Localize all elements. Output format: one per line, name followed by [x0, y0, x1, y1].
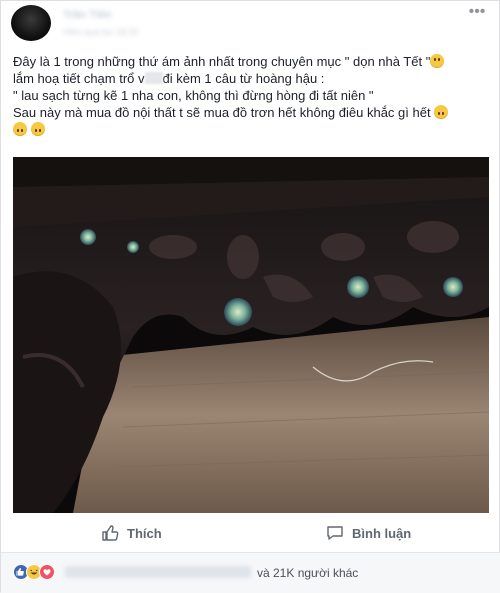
- post-text-line-3: " lau sạch từng kẽ 1 nha con, không thì …: [13, 88, 374, 103]
- author-name[interactable]: Trần Tiên: [63, 9, 133, 21]
- like-button[interactable]: Thích: [101, 521, 162, 545]
- upside-down-emoji-icon: [30, 122, 45, 136]
- post-header: Trần Tiên Hôm qua lúc 18:20 •••: [11, 4, 491, 45]
- comment-label: Bình luận: [352, 525, 412, 541]
- comment-icon: [327, 526, 343, 540]
- redacted-text: [144, 72, 163, 84]
- carved-furniture-photo: [13, 157, 489, 513]
- reaction-count-text: và 21K người khác: [257, 566, 359, 580]
- post-message: Đây là 1 trong những thứ ám ảnh nhất tro…: [13, 53, 489, 138]
- post-text-line-1: Đây là 1 trong những thứ ám ảnh nhất tro…: [13, 54, 431, 69]
- thumbs-up-icon: [102, 525, 119, 541]
- confused-emoji-icon: [430, 54, 445, 68]
- post-text-line-2a: lắm hoạ tiết chạm trổ v: [13, 71, 145, 86]
- upside-down-emoji-icon: [434, 105, 449, 119]
- post-text-line-4: Sau này mà mua đồ nội thất t sẽ mua đồ t…: [13, 105, 431, 120]
- reaction-icons: [13, 564, 55, 580]
- upside-down-emoji-icon: [13, 122, 27, 136]
- facebook-post-card: Trần Tiên Hôm qua lúc 18:20 ••• Đây là 1…: [0, 0, 500, 593]
- ellipsis-icon[interactable]: •••: [463, 4, 491, 23]
- love-reaction-icon: [39, 564, 55, 580]
- post-actions-bar: Thích Bình luận: [1, 513, 500, 553]
- post-timestamp[interactable]: Hôm qua lúc 18:20: [63, 27, 143, 37]
- author-avatar[interactable]: [11, 5, 51, 41]
- reacting-names-redacted[interactable]: [65, 566, 251, 578]
- reactions-summary[interactable]: và 21K người khác: [1, 553, 500, 593]
- comment-button[interactable]: Bình luận: [326, 521, 411, 545]
- like-label: Thích: [127, 525, 162, 541]
- post-text-line-2b: đi kèm 1 câu từ hoàng hậu :: [162, 71, 325, 86]
- post-photo[interactable]: [13, 157, 489, 513]
